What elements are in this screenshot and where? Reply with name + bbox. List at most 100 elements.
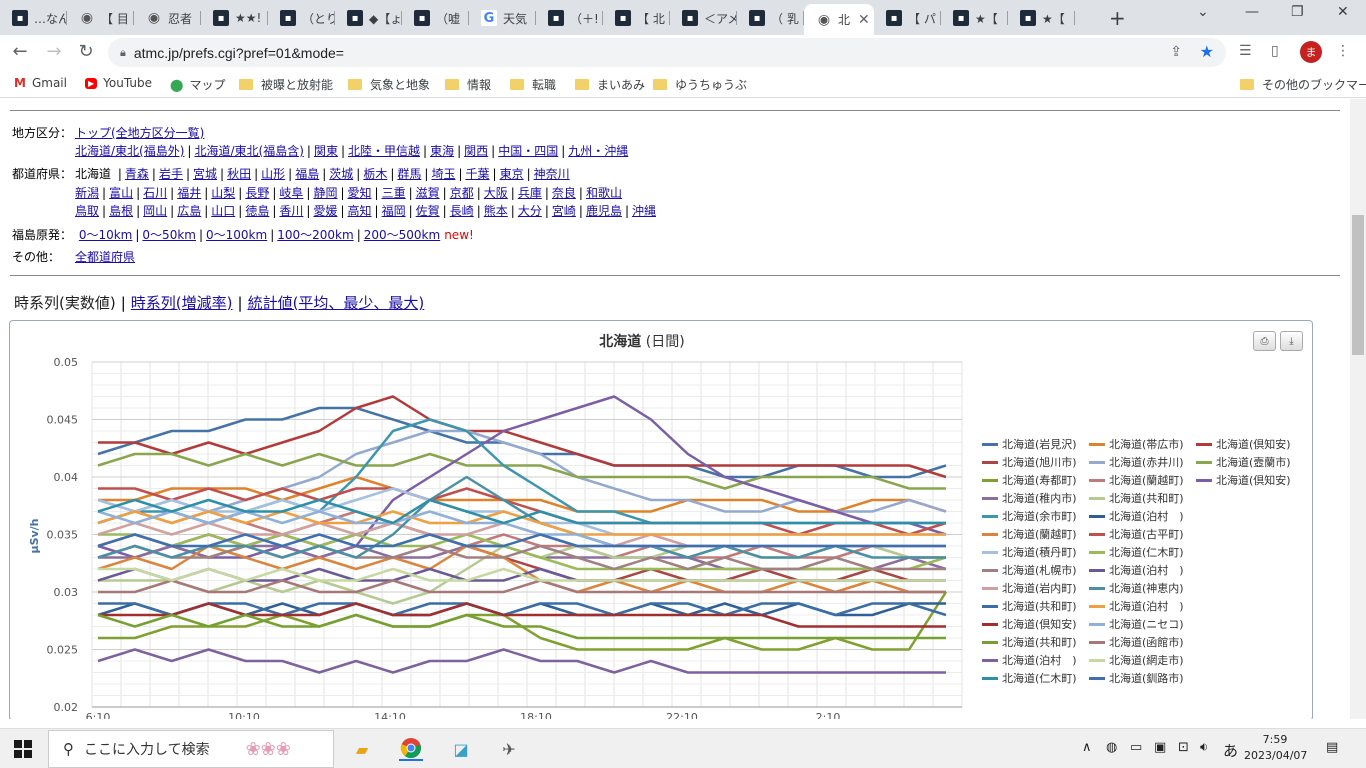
region-top-link[interactable]: トップ(全地方区分一覧) (75, 126, 204, 140)
pref-link[interactable]: 愛媛 (313, 204, 337, 218)
close-window-button[interactable]: ✕ (1337, 4, 1349, 20)
bookmark-item[interactable]: ゆうちゅうぶ (653, 76, 747, 93)
pref-link[interactable]: 秋田 (227, 167, 251, 181)
taskbar-search[interactable]: ⚲ ここに入力して検索 ❀❀❀ (48, 730, 334, 768)
legend-item[interactable]: 北海道(泊村 ) (1089, 562, 1184, 578)
pref-link[interactable]: 熊本 (484, 204, 508, 218)
view-tab-statistics[interactable]: 統計値(平均、最少、最大) (248, 294, 425, 312)
browser-tab[interactable]: ◉ 【 目 (67, 4, 134, 32)
bookmark-item[interactable]: 気象と地象 (348, 76, 430, 93)
airplane-icon[interactable]: ✈ (497, 737, 521, 761)
browser-tab[interactable]: ▪ …なん (0, 4, 67, 32)
app-icon[interactable]: ◪ (449, 737, 473, 761)
pref-link[interactable]: 静岡 (313, 186, 337, 200)
pref-link[interactable]: 福井 (177, 186, 201, 200)
fukushima-range-link[interactable]: 100〜200km (277, 228, 353, 242)
pref-link[interactable]: 神奈川 (534, 167, 570, 181)
bookmark-item[interactable]: 転職 (510, 76, 556, 93)
legend-item[interactable]: 北海道(倶知安) (1196, 472, 1291, 488)
browser-tab[interactable]: ▪ ★【 (941, 4, 1008, 32)
pref-link[interactable]: 岡山 (143, 204, 167, 218)
url-text[interactable]: atmc.jp/prefs.cgi?pref=01&mode= (134, 45, 344, 61)
network-icon[interactable]: ⊡ (1178, 740, 1189, 755)
reading-list-icon[interactable]: ☰ (1239, 43, 1252, 59)
legend-item[interactable]: 北海道(余市町) (982, 508, 1077, 524)
legend-item[interactable]: 北海道(積丹町) (982, 544, 1077, 560)
pref-link[interactable]: 長野 (245, 186, 269, 200)
browser-tab[interactable]: ▪ （嘘 (402, 4, 469, 32)
browser-tab[interactable]: ▪ ◆【ょ (335, 4, 402, 32)
bookmark-item[interactable]: ⬤ マップ (170, 76, 225, 93)
tab-search-icon[interactable]: ⌄ (1197, 4, 1209, 20)
legend-item[interactable]: 北海道(蘭越町) (982, 526, 1077, 542)
battery-icon[interactable]: ▭ (1130, 740, 1142, 755)
menu-icon[interactable]: ⋮ (1336, 43, 1350, 59)
reload-icon[interactable]: ↻ (74, 41, 98, 62)
scrollbar-thumb[interactable] (1352, 215, 1364, 355)
side-panel-icon[interactable]: ▯ (1271, 43, 1279, 59)
legend-item[interactable]: 北海道(稚内市) (982, 490, 1077, 506)
print-icon[interactable]: ⎙ (1253, 331, 1276, 351)
legend-item[interactable]: 北海道(岩見沢) (982, 436, 1077, 452)
legend-item[interactable]: 北海道(共和町) (982, 598, 1077, 614)
bookmark-item[interactable]: 被曝と放射能 (239, 76, 333, 93)
pref-link[interactable]: 山梨 (211, 186, 235, 200)
pref-link[interactable]: 高知 (348, 204, 372, 218)
pref-link[interactable]: 福島 (295, 167, 319, 181)
pref-link[interactable]: 石川 (143, 186, 167, 200)
minimize-button[interactable]: — (1245, 4, 1259, 20)
legend-item[interactable]: 北海道(寿都町) (982, 472, 1077, 488)
address-bar[interactable]: 🔒︎ atmc.jp/prefs.cgi?pref=01&mode= ⇪ ★ (108, 38, 1226, 67)
pref-link[interactable]: 長崎 (450, 204, 474, 218)
region-link[interactable]: 九州・沖縄 (568, 144, 628, 158)
pref-link[interactable]: 埼玉 (431, 167, 455, 181)
region-link[interactable]: 中国・四国 (498, 144, 558, 158)
close-tab-icon[interactable]: ✕ (858, 12, 870, 28)
legend-item[interactable]: 北海道(ニセコ) (1089, 616, 1184, 632)
tray-chevron-icon[interactable]: ∧ (1082, 740, 1092, 755)
legend-item[interactable]: 北海道(帯広市) (1089, 436, 1184, 452)
restore-button[interactable]: ❐ (1291, 4, 1304, 20)
legend-item[interactable]: 北海道(仁木町) (1089, 544, 1184, 560)
pref-link[interactable]: 栃木 (363, 167, 387, 181)
pref-link[interactable]: 鹿児島 (586, 204, 622, 218)
legend-item[interactable]: 北海道(泊村 ) (1089, 598, 1184, 614)
browser-tab[interactable]: ▪ ★★! (201, 4, 268, 32)
legend-item[interactable]: 北海道(岩内町) (982, 580, 1077, 596)
ime-indicator[interactable]: あ (1223, 740, 1238, 761)
notification-icon[interactable]: ▤ (1326, 740, 1338, 755)
legend-item[interactable]: 北海道(網走市) (1089, 652, 1184, 668)
pref-link[interactable]: 和歌山 (586, 186, 622, 200)
pref-link[interactable]: 愛知 (348, 186, 372, 200)
bookmark-item[interactable]: ▶ YouTube (85, 76, 152, 90)
legend-item[interactable]: 北海道(壼蘭市) (1196, 454, 1291, 470)
share-icon[interactable]: ⇪ (1170, 44, 1182, 60)
windows-start-icon[interactable] (14, 740, 32, 758)
all-prefs-link[interactable]: 全都道府県 (75, 250, 135, 264)
pref-link[interactable]: 青森 (125, 167, 149, 181)
pref-link[interactable]: 京都 (450, 186, 474, 200)
pref-link[interactable]: 広島 (177, 204, 201, 218)
fukushima-range-link[interactable]: 200〜500km (364, 228, 440, 242)
legend-item[interactable]: 北海道(釧路市) (1089, 670, 1184, 686)
pref-link[interactable]: 鳥取 (75, 204, 99, 218)
legend-item[interactable]: 北海道(共和町) (1089, 490, 1184, 506)
browser-tab[interactable]: ▪ ★【 (1008, 4, 1075, 32)
bookmark-star-icon[interactable]: ★ (1200, 42, 1214, 61)
browser-tab[interactable]: ◉ 北 ✕ (804, 4, 874, 35)
pref-link[interactable]: 島根 (109, 204, 133, 218)
pref-link[interactable]: 新潟 (75, 186, 99, 200)
pref-link[interactable]: 岩手 (159, 167, 183, 181)
display-icon[interactable]: ▣ (1154, 740, 1166, 755)
pref-link[interactable]: 大阪 (484, 186, 508, 200)
legend-item[interactable]: 北海道(古平町) (1089, 526, 1184, 542)
pref-link[interactable]: 香川 (279, 204, 303, 218)
legend-item[interactable]: 北海道(倶知安) (1196, 436, 1291, 452)
pref-link[interactable]: 兵庫 (518, 186, 542, 200)
view-tab-change-rate[interactable]: 時系列(増減率) (131, 294, 233, 312)
browser-tab[interactable]: ▪ （とり (268, 4, 335, 32)
pref-link[interactable]: 福岡 (382, 204, 406, 218)
pref-link[interactable]: 群馬 (397, 167, 421, 181)
pref-link[interactable]: 山形 (261, 167, 285, 181)
pref-link[interactable]: 沖縄 (632, 204, 656, 218)
